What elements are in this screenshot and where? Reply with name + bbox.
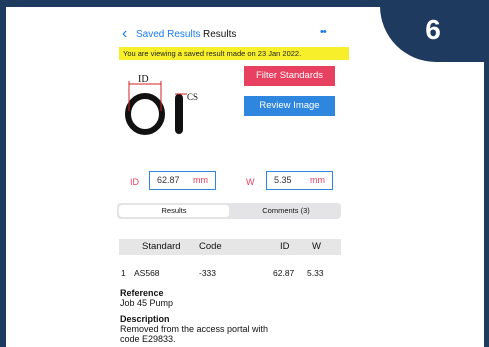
- id-field-unit: mm: [193, 175, 208, 185]
- header-id: ID: [280, 241, 290, 252]
- header-standard: Standard: [142, 241, 181, 252]
- w-field-label: W: [246, 177, 255, 187]
- navigation-bar: ‹ Saved Results Results ••: [111, 25, 346, 45]
- table-row[interactable]: 1 AS568 -333 62.87 5.33: [119, 266, 341, 280]
- description-line-1: Removed from the access portal with: [120, 324, 269, 334]
- w-field-unit: mm: [310, 175, 325, 185]
- frame-left-border: [0, 0, 6, 347]
- reference-text: Job 45 Pump: [120, 298, 174, 308]
- step-number: 6: [425, 14, 441, 45]
- description-line-2: code E29833.: [120, 334, 176, 344]
- saved-result-banner: You are viewing a saved result made on 2…: [119, 47, 349, 60]
- results-segmented-control: Results Comments (3): [117, 203, 341, 219]
- header-w: W: [312, 241, 321, 252]
- table-header: Standard Code ID W: [119, 239, 341, 255]
- header-code: Code: [199, 241, 222, 252]
- phone-screen: ‹ Saved Results Results •• You are viewi…: [111, 7, 349, 347]
- oring-circle: [125, 93, 165, 135]
- review-image-button[interactable]: Review Image: [244, 96, 335, 116]
- cs-diagram-label: CS: [187, 92, 198, 102]
- oring-diagram: ID CS: [125, 74, 198, 135]
- w-field[interactable]: 5.35 mm: [266, 171, 333, 190]
- row-id: 62.87: [273, 268, 295, 278]
- tab-results[interactable]: Results: [119, 205, 229, 217]
- row-code: -333: [199, 268, 217, 278]
- back-button[interactable]: Saved Results: [136, 29, 200, 40]
- reference-title: Reference: [120, 288, 164, 298]
- id-field-label: ID: [130, 177, 139, 187]
- page-title: Results: [203, 29, 237, 40]
- w-field-value: 5.35: [274, 175, 292, 185]
- description-title: Description: [120, 314, 170, 324]
- row-index: 1: [121, 268, 126, 278]
- tab-comments[interactable]: Comments (3): [233, 205, 339, 217]
- chevron-left-icon[interactable]: ‹: [122, 25, 127, 43]
- row-standard: AS568: [134, 268, 160, 278]
- more-icon[interactable]: ••: [320, 26, 327, 38]
- id-diagram-label: ID: [138, 74, 149, 85]
- slide-frame: 6 ‹ Saved Results Results •• You are vie…: [0, 0, 489, 347]
- filter-standards-button[interactable]: Filter Standards: [244, 66, 335, 86]
- id-field-value: 62.87: [157, 175, 180, 185]
- oring-cross-section: [175, 94, 183, 134]
- id-field[interactable]: 62.87 mm: [149, 171, 216, 190]
- row-w: 5.33: [307, 268, 324, 278]
